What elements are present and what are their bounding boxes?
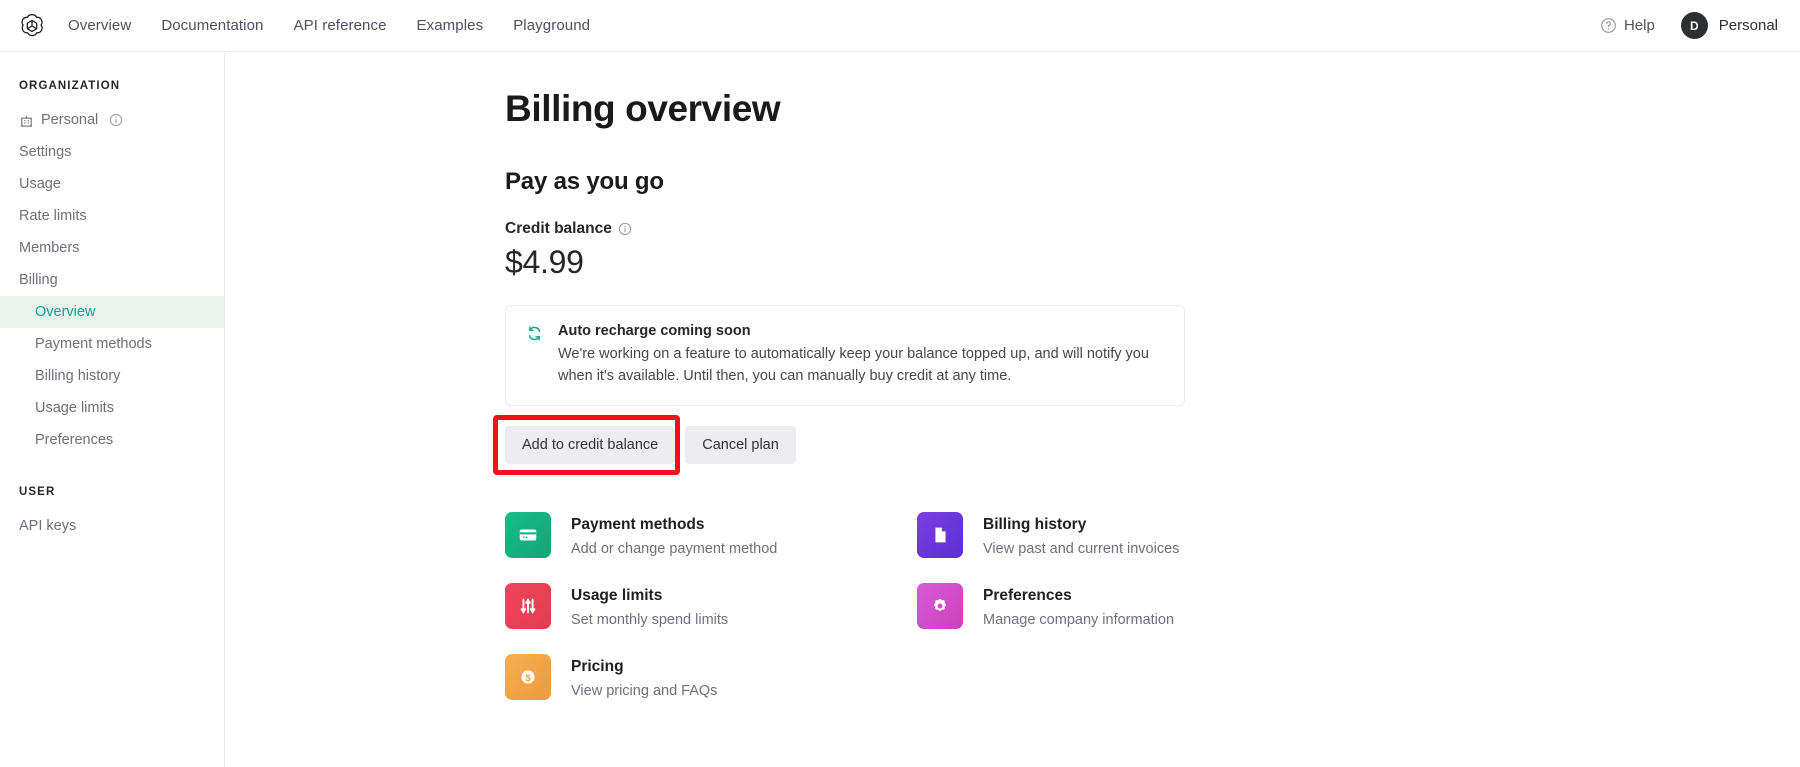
auto-recharge-notice: Auto recharge coming soon We're working …	[505, 305, 1185, 406]
card-preferences[interactable]: Preferences Manage company information	[917, 583, 1329, 630]
question-circle-icon	[1600, 17, 1617, 34]
gear-icon	[917, 583, 963, 629]
topnav-links: Overview Documentation API reference Exa…	[68, 17, 590, 34]
app-shell: ORGANIZATION Personal Settings Usage Rat…	[0, 52, 1800, 767]
refresh-cycle-icon	[526, 325, 543, 342]
notice-body: We're working on a feature to automatica…	[558, 346, 1149, 384]
openai-logo-icon[interactable]	[18, 12, 46, 40]
sliders-icon	[505, 583, 551, 629]
card-description: View pricing and FAQs	[571, 683, 718, 699]
sidebar-item-payment-methods[interactable]: Payment methods	[0, 328, 224, 360]
card-title: Payment methods	[571, 516, 705, 533]
sidebar-item-personal-label: Personal	[41, 112, 99, 128]
page-title: Billing overview	[505, 88, 781, 129]
card-title: Preferences	[983, 587, 1072, 604]
sidebar-heading-organization: ORGANIZATION	[19, 80, 121, 92]
card-title: Billing history	[983, 516, 1087, 533]
credit-balance-amount: $4.99	[505, 244, 584, 280]
billing-action-buttons: Add to credit balance Cancel plan	[493, 415, 1195, 475]
sidebar-item-preferences[interactable]: Preferences	[0, 424, 224, 456]
sidebar-item-usage[interactable]: Usage	[0, 168, 224, 200]
document-icon	[917, 512, 963, 558]
sidebar: ORGANIZATION Personal Settings Usage Rat…	[0, 52, 225, 767]
credit-card-icon	[505, 512, 551, 558]
topnav-link-api-reference[interactable]: API reference	[294, 17, 387, 34]
svg-text:$: $	[525, 673, 531, 684]
sidebar-item-billing-overview[interactable]: Overview	[0, 296, 224, 328]
topnav-right-section: Help D Personal	[1600, 12, 1778, 39]
sidebar-item-settings[interactable]: Settings	[0, 136, 224, 168]
card-description: Manage company information	[983, 612, 1175, 628]
topnav-link-documentation[interactable]: Documentation	[161, 17, 263, 34]
account-menu[interactable]: D Personal	[1680, 12, 1778, 39]
card-billing-history[interactable]: Billing history View past and current in…	[917, 512, 1329, 559]
topnav-link-overview[interactable]: Overview	[68, 17, 131, 34]
card-description: View past and current invoices	[983, 541, 1180, 557]
add-to-credit-balance-button[interactable]: Add to credit balance	[505, 426, 676, 464]
card-description: Add or change payment method	[571, 541, 778, 557]
top-navigation-bar: Overview Documentation API reference Exa…	[0, 0, 1800, 52]
building-icon	[19, 113, 34, 128]
sidebar-item-billing-history[interactable]: Billing history	[0, 360, 224, 392]
topnav-link-playground[interactable]: Playground	[513, 17, 590, 34]
sidebar-item-api-keys[interactable]: API keys	[0, 510, 224, 542]
main-content: Billing overview Pay as you go Credit ba…	[225, 52, 1800, 767]
credit-balance-label: Credit balance	[505, 220, 612, 237]
sidebar-heading-user: USER	[19, 486, 56, 498]
sidebar-item-usage-limits[interactable]: Usage limits	[0, 392, 224, 424]
sidebar-item-billing[interactable]: Billing	[0, 264, 224, 296]
credit-balance-label-row: Credit balance	[505, 220, 1195, 238]
card-description: Set monthly spend limits	[571, 612, 729, 628]
avatar: D	[1680, 12, 1708, 39]
info-circle-icon[interactable]	[618, 222, 632, 236]
cancel-plan-button[interactable]: Cancel plan	[685, 426, 796, 464]
card-usage-limits[interactable]: Usage limits Set monthly spend limits	[505, 583, 917, 630]
card-pricing[interactable]: $ Pricing View pricing and FAQs	[505, 654, 917, 701]
card-payment-methods[interactable]: Payment methods Add or change payment me…	[505, 512, 917, 559]
section-title-pay-as-you-go: Pay as you go	[505, 168, 664, 195]
sidebar-item-personal[interactable]: Personal	[0, 104, 224, 136]
card-title: Usage limits	[571, 587, 663, 604]
help-label: Help	[1623, 17, 1655, 34]
help-button[interactable]: Help	[1600, 17, 1655, 34]
notice-title: Auto recharge coming soon	[558, 323, 751, 339]
sidebar-item-rate-limits[interactable]: Rate limits	[0, 200, 224, 232]
sidebar-item-members[interactable]: Members	[0, 232, 224, 264]
topnav-link-examples[interactable]: Examples	[417, 17, 484, 34]
info-circle-icon[interactable]	[109, 113, 123, 127]
account-name: Personal	[1718, 17, 1778, 34]
dollar-coin-icon: $	[505, 654, 551, 700]
card-title: Pricing	[571, 658, 624, 675]
billing-link-cards: Payment methods Add or change payment me…	[505, 512, 1195, 701]
